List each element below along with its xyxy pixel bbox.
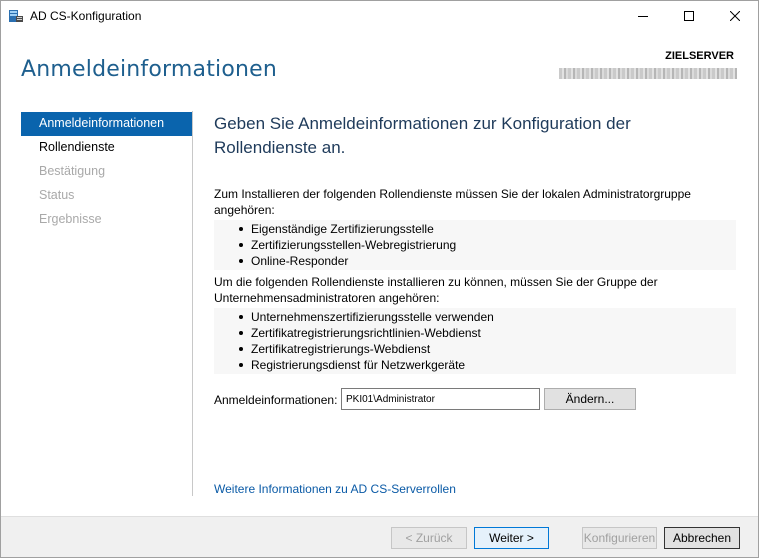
- list-item: Unternehmenszertifizierungsstelle verwen…: [214, 309, 736, 325]
- nav-item-role-services[interactable]: Rollendienste: [21, 136, 193, 160]
- wizard-navigation: Anmeldeinformationen Rollendienste Bestä…: [21, 112, 193, 232]
- window-title: AD CS-Konfiguration: [30, 9, 142, 23]
- credentials-field[interactable]: [341, 388, 540, 410]
- list-item: Zertifizierungsstellen-Webregistrierung: [214, 237, 736, 253]
- minimize-icon: [638, 11, 648, 21]
- target-server-name-blurred: [559, 68, 737, 79]
- enterprise-admin-text: Um die folgenden Rollendienste installie…: [214, 275, 658, 305]
- close-button[interactable]: [712, 1, 758, 31]
- page-title: Anmeldeinformationen: [21, 57, 278, 82]
- back-button[interactable]: < Zurück: [391, 527, 467, 549]
- list-item: Online-Responder: [214, 253, 736, 269]
- list-item: Registrierungsdienst für Netzwerkgeräte: [214, 357, 736, 373]
- list-item: Zertifikatregistrierungsrichtlinien-Webd…: [214, 325, 736, 341]
- local-admin-text: Zum Installieren der folgenden Rollendie…: [214, 187, 691, 217]
- minimize-button[interactable]: [620, 1, 666, 31]
- title-bar: AD CS-Konfiguration: [1, 1, 758, 31]
- target-server-label: ZIELSERVER: [665, 50, 734, 62]
- nav-item-confirmation: Bestätigung: [39, 164, 106, 178]
- more-info-link[interactable]: Weitere Informationen zu AD CS-Serverrol…: [214, 482, 456, 496]
- list-item: Eigenständige Zertifizierungsstelle: [214, 221, 736, 237]
- nav-divider: [192, 111, 193, 496]
- ad-cs-configuration-window: AD CS-Konfiguration Anmeldeinformationen…: [0, 0, 759, 558]
- nav-item-results: Ergebnisse: [39, 212, 102, 226]
- content-heading: Geben Sie Anmeldeinformationen zur Konfi…: [214, 114, 631, 157]
- close-icon: [730, 11, 740, 21]
- enterprise-admin-role-list: Unternehmenszertifizierungsstelle verwen…: [214, 308, 736, 374]
- configure-button[interactable]: Konfigurieren: [582, 527, 657, 549]
- maximize-button[interactable]: [666, 1, 712, 31]
- server-manager-icon: [8, 8, 24, 24]
- next-button[interactable]: Weiter >: [474, 527, 549, 549]
- nav-item-status: Status: [39, 188, 75, 202]
- cancel-button[interactable]: Abbrechen: [664, 527, 740, 549]
- credentials-label: Anmeldeinformationen:: [214, 393, 338, 407]
- maximize-icon: [684, 11, 694, 21]
- change-credentials-button[interactable]: Ändern...: [544, 388, 636, 410]
- list-item: Zertifikatregistrierungs-Webdienst: [214, 341, 736, 357]
- nav-item-credentials[interactable]: Anmeldeinformationen: [21, 112, 192, 136]
- local-admin-role-list: Eigenständige Zertifizierungsstelle Zert…: [214, 220, 736, 270]
